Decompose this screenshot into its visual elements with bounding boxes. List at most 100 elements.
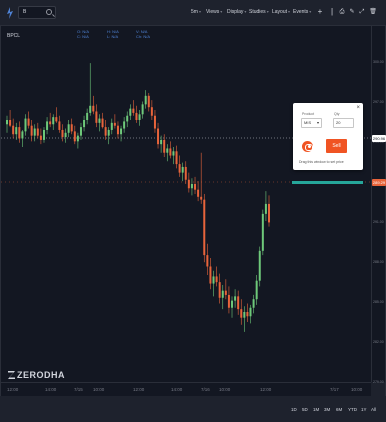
vertical-line-icon[interactable]: | [328, 8, 336, 16]
candle [42, 127, 45, 143]
symbol-label: BPCL [7, 33, 21, 39]
candle [234, 289, 237, 308]
candle [258, 246, 261, 287]
candle [224, 279, 227, 300]
candle [172, 147, 175, 165]
candle [231, 296, 234, 318]
range-button-ytd[interactable]: YTD [348, 407, 357, 412]
candle [178, 155, 181, 177]
symbol-search-input[interactable]: B [18, 6, 56, 19]
candle [246, 303, 249, 322]
candle [92, 95, 95, 115]
order-price-line[interactable] [292, 181, 363, 184]
time-tick: 7/16 [201, 387, 210, 392]
candle [79, 122, 82, 140]
candle [27, 111, 30, 129]
time-axis[interactable]: 12:00 14:00 7/15 10:00 12:00 14:00 7/16 10:00 12… [1, 382, 371, 396]
qty-input[interactable]: 20 [333, 118, 354, 128]
candle [206, 243, 209, 276]
sell-button[interactable]: Sell [326, 139, 347, 153]
time-tick: 7/17 [330, 387, 339, 392]
order-window[interactable]: × Product MIS ▾ Qty 20 Sell Drag this win… [293, 103, 363, 170]
crosshair-price-tag: 290.96 [372, 135, 386, 142]
time-tick: 14:00 [45, 387, 57, 392]
candle [58, 115, 61, 133]
candle [61, 124, 64, 142]
range-bar: 1D 5D 1M 3M 6M YTD 1Y All [0, 396, 386, 422]
product-select[interactable]: MIS ▾ [301, 118, 322, 128]
candle [218, 273, 221, 304]
drag-hint: Drag this window to set price [299, 160, 344, 164]
price-axis[interactable]: 300.00 297.00 294.00 291.00 288.00 285.00 282.… [371, 26, 386, 384]
symbol-search-value: B [23, 9, 27, 15]
candle [39, 128, 42, 145]
menu-interval[interactable]: 5m▾ [191, 9, 201, 15]
candle [249, 304, 252, 324]
time-tick: 14:00 [171, 387, 183, 392]
ohlc-volume-change: V: N/A Ch: N/A [136, 29, 151, 39]
share-icon[interactable]: ⎙ [338, 8, 346, 16]
product-label: Product [302, 112, 315, 116]
candle [147, 92, 150, 112]
candle [215, 266, 218, 287]
top-toolbar: B 5m▾ Views▾ Display▾ Studies▾ Layout▾ E… [0, 0, 386, 26]
candle [73, 125, 76, 145]
candle [138, 110, 141, 126]
candle [240, 299, 243, 325]
ohlc-high-low: H: N/A L: N/A [107, 29, 119, 39]
crosshair-icon[interactable]: + [316, 8, 324, 16]
candle [30, 120, 33, 142]
menu-studies[interactable]: Studies▾ [249, 9, 269, 15]
candle [175, 145, 178, 169]
price-tick: 288.00 [373, 260, 384, 264]
range-button-1d[interactable]: 1D [291, 407, 297, 412]
menu-views[interactable]: Views▾ [206, 9, 222, 15]
candlestick-series [1, 63, 371, 332]
menu-layout[interactable]: Layout▾ [272, 9, 290, 15]
candle [12, 118, 15, 139]
price-tick: 297.00 [373, 100, 384, 104]
fullscreen-icon[interactable]: ⤢ [358, 8, 366, 16]
candle [46, 117, 49, 135]
range-button-5d[interactable]: 5D [302, 407, 308, 412]
search-icon[interactable] [46, 9, 52, 15]
zerodha-logo-icon [8, 371, 15, 379]
candle [255, 275, 258, 305]
qty-label: Qty [334, 112, 340, 116]
candle [101, 112, 104, 129]
draw-icon[interactable]: ✎ [348, 8, 356, 16]
candle [110, 118, 113, 135]
candle [221, 284, 224, 310]
range-button-3m[interactable]: 3M [324, 407, 330, 412]
time-tick: 12:00 [7, 387, 19, 392]
delete-icon[interactable]: 🗑 [369, 8, 377, 16]
candle [15, 122, 18, 140]
range-button-6m[interactable]: 6M [336, 407, 342, 412]
chart-canvas[interactable]: BPCL O: N/A C: N/A H: N/A L: N/A V: N/A Ch:… [1, 26, 371, 382]
menu-events[interactable]: Events▾ [293, 9, 311, 15]
candle [104, 120, 107, 140]
candle [197, 181, 200, 202]
time-tick: 7/15 [74, 387, 83, 392]
time-tick: 12:00 [133, 387, 145, 392]
menu-display[interactable]: Display▾ [227, 9, 246, 15]
toggle-icon[interactable] [302, 141, 313, 152]
candle [237, 290, 240, 315]
close-icon[interactable]: × [356, 105, 360, 111]
candle [98, 114, 101, 132]
last-price-tag: 289.29 [372, 179, 386, 186]
candle [227, 286, 230, 314]
candle [144, 90, 147, 109]
candle [120, 125, 123, 142]
candle [55, 107, 58, 123]
candle [252, 294, 255, 314]
candle [49, 112, 52, 128]
range-button-1y[interactable]: 1Y [361, 407, 367, 412]
candle [116, 121, 119, 139]
time-tick: 12:00 [260, 387, 272, 392]
candle [135, 105, 138, 123]
range-button-all[interactable]: All [371, 407, 376, 412]
candle [203, 193, 206, 263]
range-button-1m[interactable]: 1M [313, 407, 319, 412]
candle [132, 100, 135, 116]
